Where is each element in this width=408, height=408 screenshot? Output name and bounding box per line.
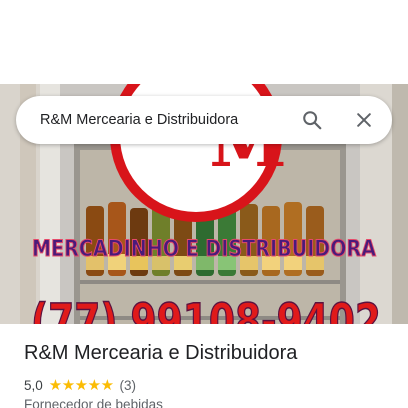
search-icon xyxy=(303,111,322,130)
place-info-panel[interactable]: R&M Mercearia e Distribuidora 5,0 ★★★★★ … xyxy=(0,324,408,408)
place-category[interactable]: Fornecedor de bebidas xyxy=(24,397,163,408)
place-title: R&M Mercearia e Distribuidora xyxy=(24,342,298,364)
top-blank-area xyxy=(0,0,408,84)
phone-text: (77) 99108-9402 xyxy=(31,294,381,324)
review-count[interactable]: (3) xyxy=(120,378,137,393)
banner-text: MERCADINHO E DISTRIBUIDORA xyxy=(32,237,376,262)
close-icon xyxy=(357,113,371,127)
maps-place-screen: M MERCADINHO E DISTRIBUIDORA (77) 99108-… xyxy=(0,0,408,408)
rating-row[interactable]: 5,0 ★★★★★ (3) xyxy=(24,376,136,394)
rating-value: 5,0 xyxy=(24,377,43,393)
search-button[interactable] xyxy=(292,100,332,140)
search-input[interactable]: R&M Mercearia e Distribuidora xyxy=(40,112,292,128)
search-bar[interactable]: R&M Mercearia e Distribuidora xyxy=(16,96,392,144)
rating-stars-icon: ★★★★★ xyxy=(48,377,114,394)
close-button[interactable] xyxy=(344,100,384,140)
